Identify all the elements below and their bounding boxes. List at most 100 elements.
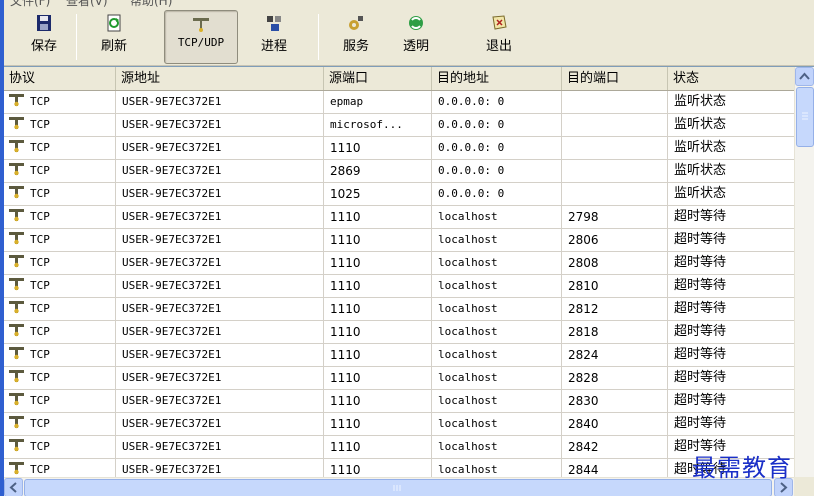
destination-address-cell-text: 0.0.0.0: 0 (438, 164, 505, 177)
column-header-source-address[interactable]: 源地址 (116, 67, 324, 90)
destination-port-cell-text: 2808 (568, 256, 599, 270)
refresh-button[interactable]: 刷新 (92, 10, 136, 64)
column-header-destination-address[interactable]: 目的地址 (432, 67, 562, 90)
destination-port-cell-text: 2840 (568, 417, 599, 431)
source-address-cell: USER-9E7EC372E1 (116, 114, 324, 136)
source-address-cell: USER-9E7EC372E1 (116, 413, 324, 435)
table-row[interactable]: TCP USER-9E7EC372E1 1110 localhost 2840 超时等待 (4, 413, 794, 436)
protocol-cell-text: TCP (30, 256, 50, 269)
state-cell: 超时等待 (668, 321, 794, 343)
state-cell: 超时等待 (668, 275, 794, 297)
destination-port-cell (562, 114, 668, 136)
exit-button[interactable]: 退出 (476, 10, 522, 64)
state-cell-text: 超时等待 (674, 324, 727, 339)
save-label: 保存 (30, 39, 57, 54)
column-header-state[interactable]: 状态 (668, 67, 794, 90)
table-row[interactable]: TCP USER-9E7EC372E1 1110 localhost 2828 超时等待 (4, 367, 794, 390)
protocol-cell-text: TCP (30, 210, 50, 223)
source-port-cell-text: 1110 (330, 325, 361, 339)
table-row[interactable]: TCP USER-9E7EC372E1 1110 localhost 2808 超时等待 (4, 252, 794, 275)
protocol-cell-text: TCP (30, 279, 50, 292)
horizontal-scroll-thumb[interactable] (24, 479, 772, 496)
table-row[interactable]: TCP USER-9E7EC372E1 1110 localhost 2824 超时等待 (4, 344, 794, 367)
table-row[interactable]: TCP USER-9E7EC372E1 epmap 0.0.0.0: 0 监听状态 (4, 91, 794, 114)
source-address-cell: USER-9E7EC372E1 (116, 252, 324, 274)
column-header-protocol[interactable]: 协议 (4, 67, 116, 90)
column-header-destination-port[interactable]: 目的端口 (562, 67, 668, 90)
source-address-cell-text: USER-9E7EC372E1 (122, 440, 222, 453)
vertical-scrollbar[interactable] (794, 67, 814, 477)
toolbar-separator (76, 14, 77, 60)
grip-icon (802, 112, 808, 120)
source-port-cell: 1110 (324, 206, 432, 228)
destination-address-cell: localhost (432, 413, 562, 435)
destination-address-cell-text: 0.0.0.0: 0 (438, 95, 505, 108)
process-label: 进程 (260, 39, 287, 54)
transparent-label: 透明 (402, 39, 429, 54)
exit-icon (492, 15, 507, 30)
state-cell-text: 监听状态 (674, 163, 727, 178)
state-cell: 超时等待 (668, 252, 794, 274)
table-row[interactable]: TCP USER-9E7EC372E1 microsof... 0.0.0.0: 0 监… (4, 114, 794, 137)
destination-port-cell-text: 2844 (568, 463, 599, 477)
protocol-cell: TCP (4, 298, 116, 320)
table-row[interactable]: TCP USER-9E7EC372E1 1110 localhost 2830 超时等待 (4, 390, 794, 413)
scroll-up-button[interactable] (795, 67, 814, 86)
table-row[interactable]: TCP USER-9E7EC372E1 1110 localhost 2812 超时等待 (4, 298, 794, 321)
service-icon (349, 16, 363, 30)
table-row[interactable]: TCP USER-9E7EC372E1 2869 0.0.0.0: 0 监听状态 (4, 160, 794, 183)
source-address-cell-text: USER-9E7EC372E1 (122, 141, 222, 154)
destination-port-cell: 2798 (562, 206, 668, 228)
network-plug-icon (193, 18, 209, 32)
column-header-source-port[interactable]: 源端口 (324, 67, 432, 90)
source-port-cell-text: 2869 (330, 164, 361, 178)
source-address-cell: USER-9E7EC372E1 (116, 344, 324, 366)
protocol-cell: TCP (4, 137, 116, 159)
source-address-cell: USER-9E7EC372E1 (116, 367, 324, 389)
table-row[interactable]: TCP USER-9E7EC372E1 1110 localhost 2842 超时等待 (4, 436, 794, 459)
protocol-cell-text: TCP (30, 371, 50, 384)
process-button[interactable]: 进程 (252, 10, 296, 64)
tcp-udp-button[interactable]: TCP/UDP (164, 10, 238, 64)
vertical-scroll-thumb[interactable] (796, 87, 814, 147)
chevron-left-icon (9, 482, 17, 493)
service-button[interactable]: 服务 (334, 10, 378, 64)
source-port-cell-text: epmap (330, 95, 364, 108)
source-port-cell-text: 1110 (330, 279, 361, 293)
protocol-cell: TCP (4, 206, 116, 228)
state-cell-text: 监听状态 (674, 117, 727, 132)
destination-address-cell-text: localhost (438, 371, 498, 384)
horizontal-scrollbar[interactable] (4, 477, 794, 496)
destination-address-cell: localhost (432, 252, 562, 274)
tcp-udp-label: TCP/UDP (177, 36, 225, 49)
network-plug-icon (9, 140, 24, 153)
state-cell: 超时等待 (668, 298, 794, 320)
destination-address-cell-text: localhost (438, 210, 498, 223)
source-port-cell-text: 1110 (330, 440, 361, 454)
connection-list[interactable]: 协议 源地址 源端口 目的地址 目的端口 状态 TCP USER-9E7EC372… (4, 66, 814, 496)
transparent-button[interactable]: 透明 (394, 10, 438, 64)
destination-port-cell: 2840 (562, 413, 668, 435)
table-row[interactable]: TCP USER-9E7EC372E1 1025 0.0.0.0: 0 监听状态 (4, 183, 794, 206)
source-port-cell-text: 1110 (330, 394, 361, 408)
save-button[interactable]: 保存 (24, 10, 64, 64)
network-plug-icon (9, 255, 24, 268)
destination-port-cell-text: 2798 (568, 210, 599, 224)
state-cell: 超时等待 (668, 413, 794, 435)
protocol-cell: TCP (4, 160, 116, 182)
table-row[interactable]: TCP USER-9E7EC372E1 1110 localhost 2818 超时等待 (4, 321, 794, 344)
source-port-cell-text: 1110 (330, 417, 361, 431)
table-row[interactable]: TCP USER-9E7EC372E1 1110 localhost 2798 超时等待 (4, 206, 794, 229)
source-address-cell: USER-9E7EC372E1 (116, 390, 324, 412)
destination-address-cell: 0.0.0.0: 0 (432, 91, 562, 113)
source-port-cell-text: 1110 (330, 348, 361, 362)
network-plug-icon (9, 462, 24, 475)
table-row[interactable]: TCP USER-9E7EC372E1 1110 localhost 2806 超时等待 (4, 229, 794, 252)
scroll-left-button[interactable] (4, 478, 23, 496)
protocol-cell: TCP (4, 344, 116, 366)
table-row[interactable]: TCP USER-9E7EC372E1 1110 0.0.0.0: 0 监听状态 (4, 137, 794, 160)
table-row[interactable]: TCP USER-9E7EC372E1 1110 localhost 2810 超时等待 (4, 275, 794, 298)
protocol-cell: TCP (4, 436, 116, 458)
source-port-cell: 1110 (324, 413, 432, 435)
protocol-cell: TCP (4, 252, 116, 274)
